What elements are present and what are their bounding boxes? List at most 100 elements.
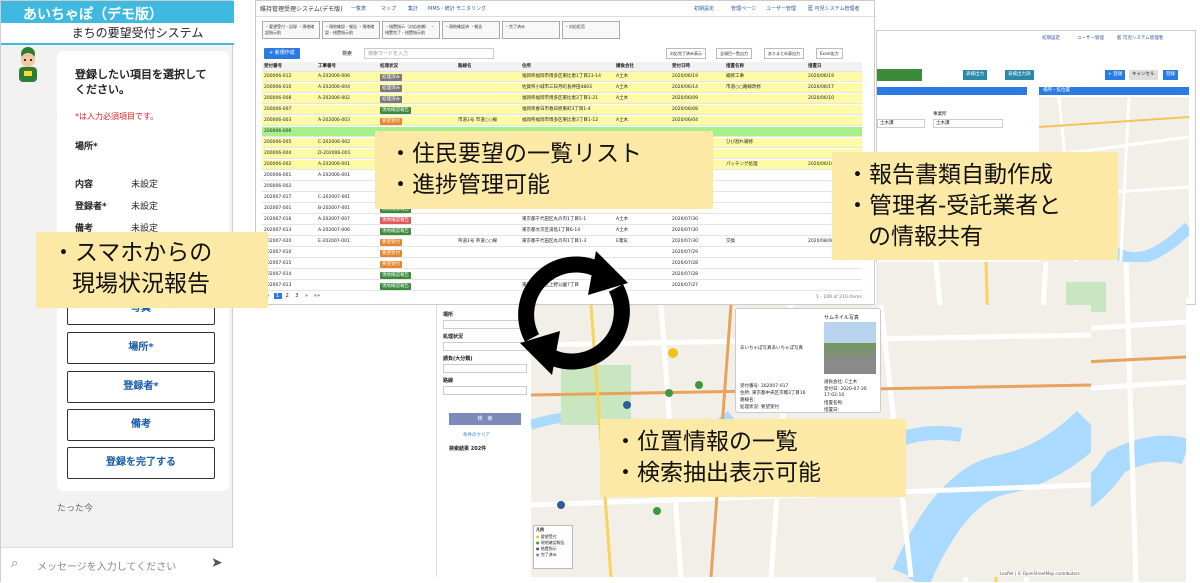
link-settings[interactable]: 初期設定 <box>694 5 714 12</box>
clear-link[interactable]: 条件のクリア <box>463 432 490 438</box>
cell-work: A-202007-007 <box>318 217 350 222</box>
legend-item: 完了済み <box>540 552 557 557</box>
column-header[interactable]: 住所 <box>522 62 531 72</box>
cell-date: 2020/07/28 <box>672 272 698 277</box>
app-header: 維持管理受理システム(デモ版) 一覧表 マップ 集計 MMS・統計 モニタリング… <box>256 1 876 17</box>
cell-measure: 市道○○路線改修 <box>726 85 761 90</box>
filter-button[interactable]: ・現地確認・報告 ・現地確認・措置指示前 <box>322 21 380 39</box>
note-button[interactable]: 備考 <box>67 409 215 441</box>
column-header[interactable]: 路線名 <box>458 62 472 72</box>
complete-button[interactable]: 登録を完了する <box>67 447 215 479</box>
column-header[interactable]: 処理状況 <box>380 62 398 72</box>
cell-measure: 交換 <box>726 239 735 244</box>
filter-button[interactable]: ・要望受付・記録 ・現地確認指示前 <box>262 21 320 39</box>
link-users[interactable]: ユーザー管理 <box>766 5 796 12</box>
pager-item[interactable]: 3 <box>293 293 301 299</box>
registrant-button[interactable]: 登録者* <box>67 371 215 403</box>
cell-id: 200006-002 <box>264 162 292 167</box>
link-user[interactable]: 藍 可児システム管理者 <box>808 5 859 12</box>
callout-line: ・報告書類自動作成 <box>846 162 1053 188</box>
link-user[interactable]: 藍 可児システム管理者 <box>1117 35 1163 41</box>
search-input[interactable]: 検索ワードを入力 <box>364 48 494 59</box>
column-header[interactable]: 措置日 <box>808 62 822 72</box>
link-settings[interactable]: 初期設定 <box>1042 35 1060 41</box>
filter-button[interactable]: ・現地確認済 ・報告 <box>442 21 500 39</box>
office-select[interactable]: 土木課 <box>933 119 1003 128</box>
cell-id: 200006-012 <box>264 74 292 79</box>
legend-marker-icon: ● <box>536 546 540 551</box>
pager-item[interactable]: » <box>302 293 310 299</box>
table-row[interactable]: 200006-003 A-202006-003 要望受付 市道1号 市道○○線 福岡県福… <box>262 116 862 126</box>
cell-id: 202007-020 <box>264 239 292 244</box>
cancel-button[interactable]: キャンセル <box>1129 70 1158 80</box>
save-button[interactable]: 登録 <box>1163 70 1178 80</box>
table-row[interactable]: 202007-016 A-202007-007 現地確認報告 東京都千代田区丸の内1丁… <box>262 215 862 225</box>
attach-icon[interactable]: ⌕ <box>11 556 18 571</box>
pager-item[interactable]: 1 <box>273 293 282 299</box>
cell-addr: 福岡県福岡市博多区東比恵3丁目1-21 <box>522 96 599 101</box>
place-button[interactable]: 場所* <box>67 332 215 364</box>
cell-status: 現地確認報告 <box>380 281 411 295</box>
export-button[interactable]: ありまとめ表出力 <box>764 48 804 59</box>
table-row[interactable]: 200006-012 A-202006-006 処理済み 福岡県福岡市博多区東比恵1丁… <box>262 72 862 82</box>
popup-line: 措置名称: <box>824 401 844 406</box>
nav-mms[interactable]: MMS・統計 <box>428 5 455 12</box>
pager-item[interactable]: »» <box>312 293 322 299</box>
column-header[interactable]: 受付日時 <box>672 62 690 72</box>
route-select[interactable] <box>443 386 527 395</box>
popup-line: 処理状況: 要望受付 <box>740 405 779 410</box>
cell-route: 県道1号 県道○○線 <box>458 239 498 244</box>
legend-item: 要望受付 <box>540 534 557 539</box>
new-button[interactable]: + 新規作成 <box>264 48 300 59</box>
app-title: 維持管理受理システム(デモ版) <box>260 6 343 13</box>
register-button[interactable]: + 登録 <box>1105 70 1126 80</box>
field-label: 請負(大分類) <box>443 356 473 362</box>
popup-line: 受付日: 2020-07-30 <box>824 387 867 392</box>
filter-button[interactable]: ・対応拒否 <box>562 21 620 39</box>
export-button[interactable]: 対応完了済み表示 <box>666 48 706 59</box>
table-row[interactable]: 200006-008 A-202006-002 処理済み 福岡県福岡市博多区東比恵3丁… <box>262 94 862 104</box>
legend-item: 措置指示 <box>540 546 557 551</box>
cell-done: 2020/08/06 <box>808 239 834 244</box>
cell-work: A-202007-006 <box>318 228 350 233</box>
cell-work: A-202006-002 <box>318 96 350 101</box>
place-label: 場所* <box>75 142 98 152</box>
popup-line: 17:02:10 <box>824 393 845 398</box>
table-row[interactable]: 200006-010 A-202006-004 処理済み 佐賀県小城市三日月町長神田4… <box>262 83 862 93</box>
column-header[interactable]: 受付番号 <box>264 62 282 72</box>
table-header: 受付番号 工事番号 処理状況 路線名 住所 請負会社 受付日時 措置名称 措置日 <box>262 62 862 72</box>
field-label: 事業所 <box>933 112 947 117</box>
cell-id: 200006-006 <box>264 129 292 134</box>
export-button[interactable]: 全項目一覧出力 <box>716 48 752 59</box>
search-label: 検索 <box>342 51 353 57</box>
export-button[interactable]: Excel出力 <box>816 48 843 59</box>
cell-work: A-202006-003 <box>318 118 350 123</box>
map-popup: サムネイル写真 あいちゃぽ写真あいちゃぽ写真 受付番号: 202007-017 … <box>735 308 881 413</box>
link-users[interactable]: ユーザー管理 <box>1077 35 1104 41</box>
callout-line: ・進捗管理可能 <box>389 172 550 198</box>
office-select[interactable]: 土木課 <box>877 119 925 128</box>
nav-stats[interactable]: 集計 <box>408 5 418 12</box>
map-attribution: Leaflet | © OpenStreetMap contributors <box>1000 571 1080 576</box>
output-button[interactable]: 表検出力 <box>963 70 987 80</box>
callout-line: ・位置情報の一覧 <box>614 429 798 455</box>
phone-subtitle: まちの要望受付システム <box>1 23 234 43</box>
filter-button[interactable]: ・措置指示（対応依頼） ・措置完了・措置指示前 <box>382 21 440 39</box>
pager-item[interactable]: 2 <box>283 293 291 299</box>
nav-map[interactable]: マップ <box>381 5 396 12</box>
nav-monitoring[interactable]: モニタリング <box>456 5 486 12</box>
link-admin[interactable]: 管理ページ <box>731 5 756 12</box>
column-header[interactable]: 措置名称 <box>726 62 744 72</box>
output-detail-button[interactable]: 表検出力詳 <box>1005 70 1034 80</box>
column-header[interactable]: 工事番号 <box>318 62 336 72</box>
send-icon[interactable]: ➤ <box>211 555 223 571</box>
filter-button[interactable]: ・完了済み <box>502 21 560 39</box>
status-badge: 要望受付 <box>380 249 402 257</box>
nav-list[interactable]: 一覧表 <box>351 5 366 12</box>
column-header[interactable]: 請負会社 <box>616 62 634 72</box>
table-row[interactable]: 200006-007 現地確認報告 福岡県春日市春日原東町3丁目1-4 2020/06… <box>262 105 862 115</box>
panel-title: 場所・拡位置 <box>1039 87 1189 95</box>
table-row[interactable]: 202007-013 A-202007-006 現地確認報告 東京都文京区湯島1丁目6… <box>262 226 862 236</box>
search-button[interactable]: 検 索 <box>449 413 521 425</box>
message-input[interactable]: メッセージを入力してください <box>37 558 176 573</box>
